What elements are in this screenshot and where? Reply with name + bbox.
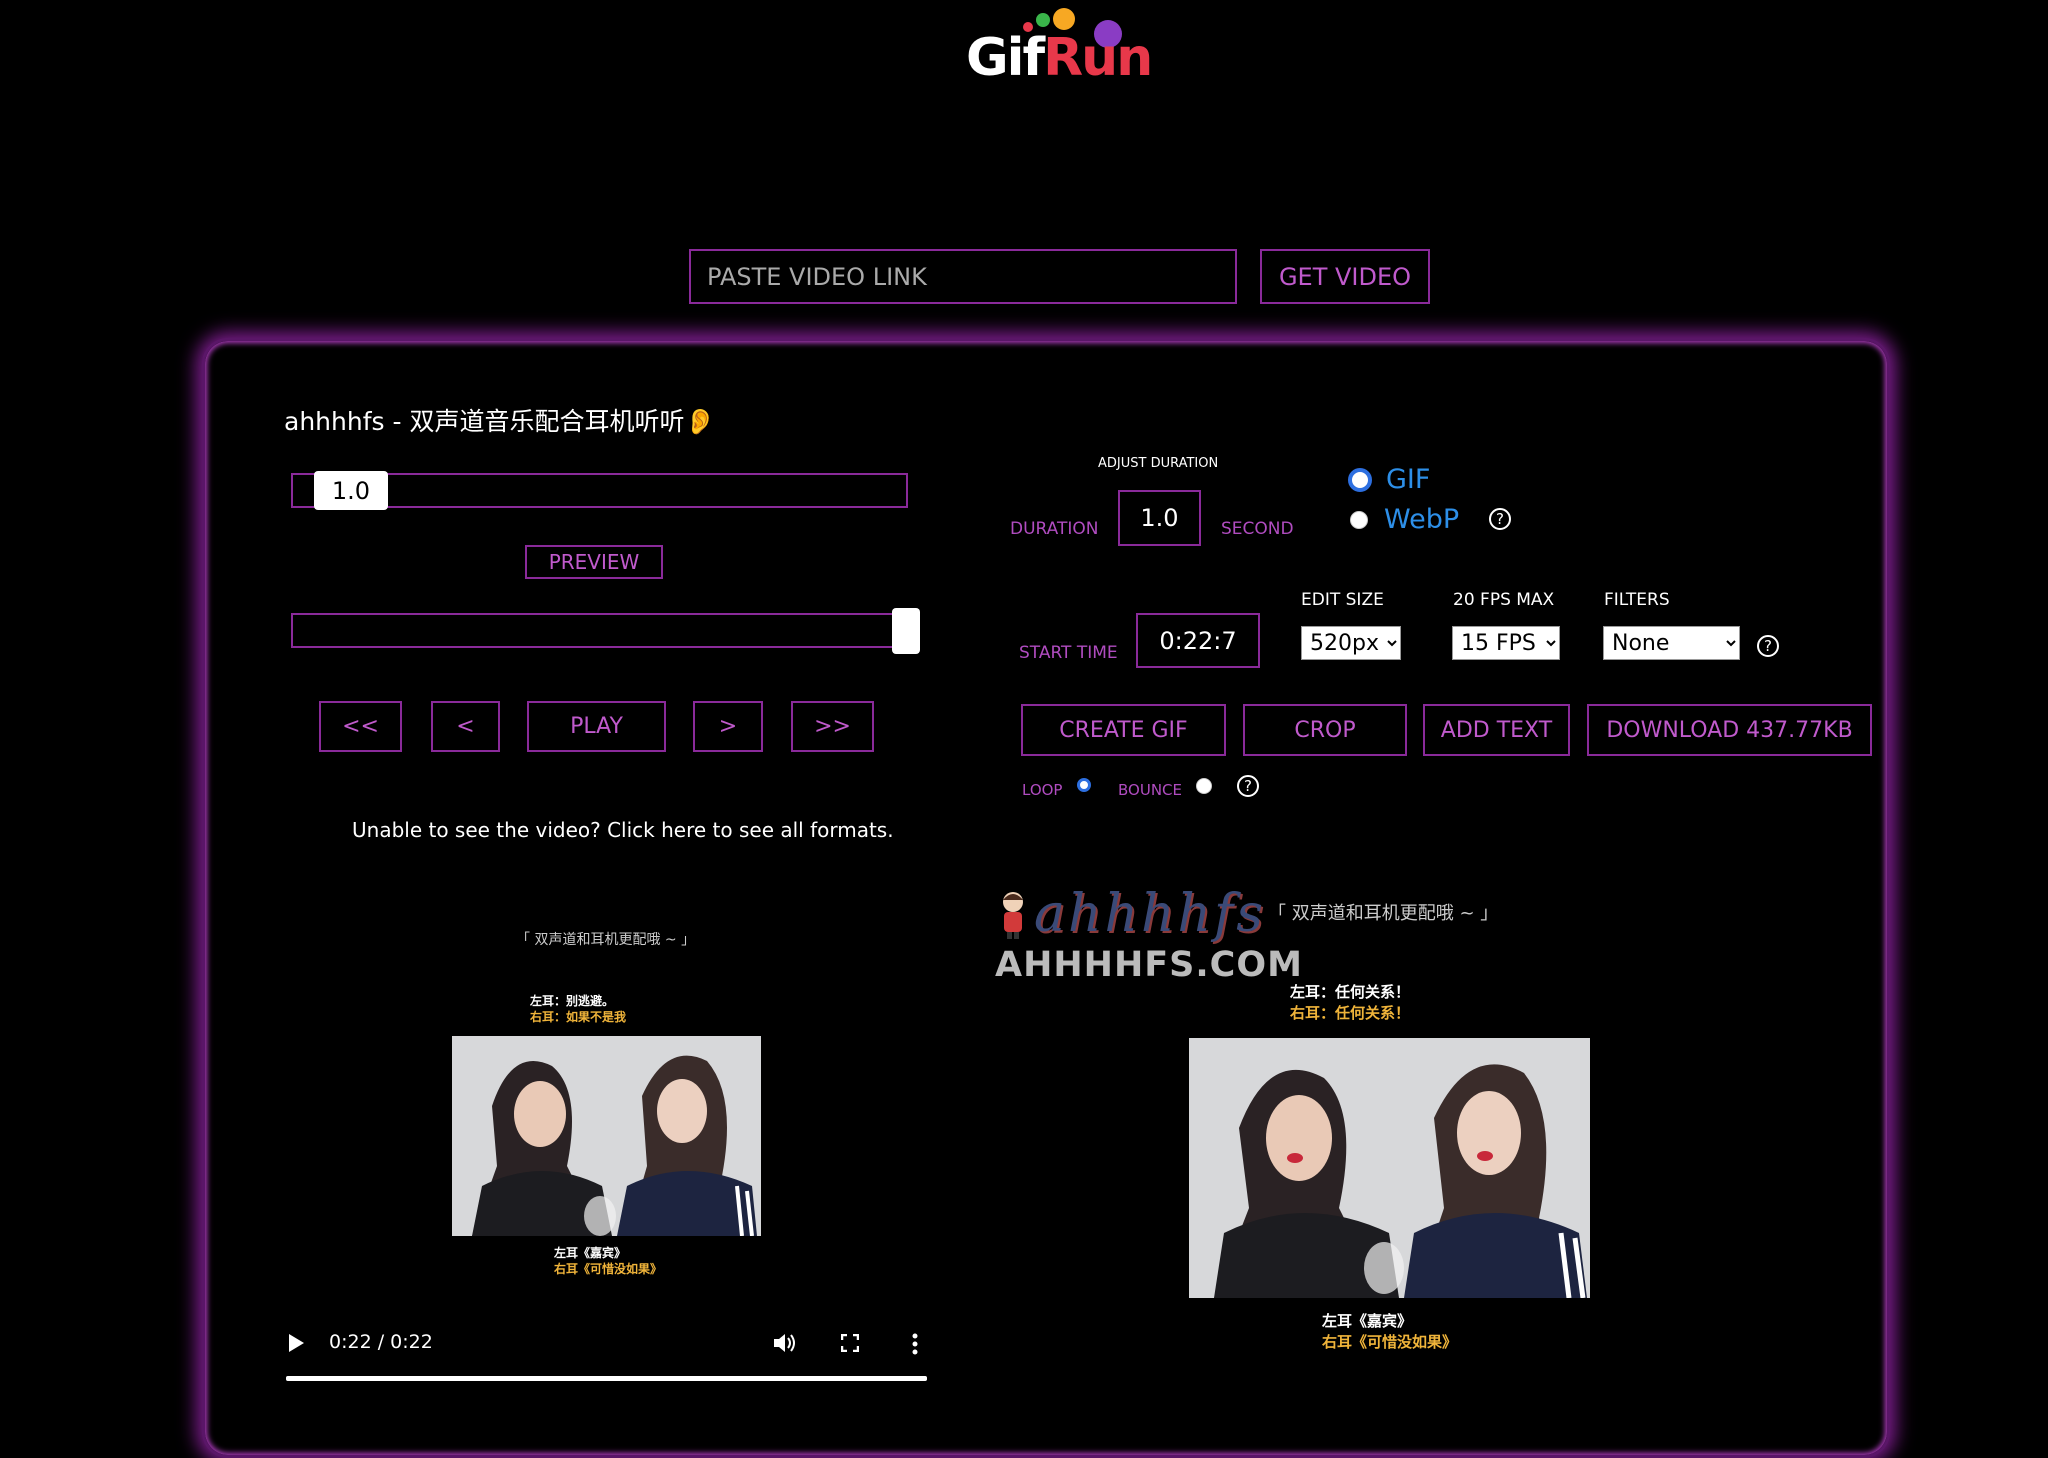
video-song-left: 左耳《嘉宾》 [554, 1246, 627, 1260]
bounce-radio[interactable] [1196, 778, 1212, 794]
speed-slider-handle[interactable]: 1.0 [314, 471, 388, 510]
logo-wordmark: GifRun [966, 28, 1153, 88]
skip-forward-button[interactable]: > [693, 701, 763, 752]
format-gif-radio[interactable] [1348, 467, 1372, 492]
crop-button[interactable]: CROP [1243, 704, 1407, 756]
edit-size-label: EDIT SIZE [1301, 590, 1384, 610]
format-gif-option[interactable]: GIF [1348, 464, 1430, 495]
gif-song-left: 左耳《嘉宾》 [1322, 1312, 1413, 1330]
download-button[interactable]: DOWNLOAD 437.77KB [1587, 704, 1872, 756]
skip-forward-far-button[interactable]: >> [791, 701, 874, 752]
duration-label: DURATION [1010, 519, 1099, 539]
get-video-button[interactable]: GET VIDEO [1260, 249, 1430, 304]
timeline-slider-track[interactable] [291, 613, 908, 648]
duration-input[interactable]: 1.0 [1118, 490, 1201, 546]
gif-left-line: 左耳：任何关系！ [1290, 983, 1411, 1001]
watermark-text: ahhhhfs [1034, 884, 1266, 944]
watermark-mascot-icon [998, 888, 1028, 940]
filters-label: FILTERS [1604, 590, 1670, 610]
loop-label: LOOP [1022, 781, 1063, 799]
loop-radio[interactable] [1077, 778, 1091, 792]
skip-back-button[interactable]: < [431, 701, 500, 752]
filters-help-icon[interactable]: ? [1757, 635, 1779, 657]
logo-dot-green [1036, 13, 1050, 27]
video-song-right: 右耳《可惜没如果》 [554, 1262, 663, 1276]
second-label: SECOND [1221, 519, 1294, 539]
format-webp-option[interactable]: WebP [1350, 504, 1459, 535]
add-text-button[interactable]: ADD TEXT [1423, 704, 1570, 756]
skip-back-far-button[interactable]: << [319, 701, 402, 752]
play-button[interactable]: PLAY [527, 701, 666, 752]
preview-button[interactable]: PREVIEW [525, 545, 663, 579]
fullscreen-icon[interactable] [840, 1333, 860, 1353]
gif-caption-top: 「 双声道和耳机更配哦 ~ 」 [1268, 903, 1499, 924]
all-formats-link[interactable]: Unable to see the video? Click here to s… [352, 818, 894, 842]
video-frame-image [452, 1036, 761, 1236]
loop-help-icon[interactable]: ? [1237, 775, 1259, 797]
player-play-icon[interactable] [289, 1334, 304, 1352]
gif-song-right: 右耳《可惜没如果》 [1322, 1333, 1458, 1351]
format-help-icon[interactable]: ? [1489, 508, 1511, 530]
player-progress-bar[interactable] [286, 1376, 927, 1381]
video-right-line: 右耳：如果不是我 [530, 1010, 627, 1024]
start-time-label: START TIME [1019, 643, 1118, 663]
player-progress-fill [286, 1376, 927, 1381]
logo-dot-orange [1053, 8, 1075, 30]
more-options-icon[interactable] [912, 1333, 918, 1355]
video-caption-top: 「 双声道和耳机更配哦 ~ 」 [516, 932, 696, 948]
video-title: ahhhhfs - 双声道音乐配合耳机听听👂 [284, 407, 716, 436]
fps-select[interactable]: 15 FPS [1452, 626, 1560, 660]
player-time: 0:22 / 0:22 [329, 1331, 433, 1353]
bounce-label: BOUNCE [1118, 781, 1182, 799]
filters-select[interactable]: None [1603, 626, 1740, 660]
format-webp-radio[interactable] [1350, 510, 1368, 529]
singers-photo [452, 1036, 761, 1236]
adjust-duration-label: ADJUST DURATION [1098, 456, 1219, 471]
timeline-slider-handle[interactable] [892, 608, 920, 654]
gif-singers-photo [1189, 1038, 1590, 1298]
gif-preview-image [1189, 1038, 1590, 1298]
create-gif-button[interactable]: CREATE GIF [1021, 704, 1226, 756]
fps-label: 20 FPS MAX [1453, 590, 1555, 610]
start-time-input[interactable]: 0:22:7 [1136, 613, 1260, 668]
edit-size-select[interactable]: 520px [1301, 626, 1401, 660]
video-left-line: 左耳：别逃避。 [530, 994, 615, 1008]
gif-right-line: 右耳：任何关系！ [1290, 1004, 1411, 1022]
video-link-input[interactable] [689, 249, 1237, 304]
watermark-domain: AHHHHFS.COM [995, 945, 1303, 985]
volume-icon[interactable] [772, 1331, 798, 1355]
